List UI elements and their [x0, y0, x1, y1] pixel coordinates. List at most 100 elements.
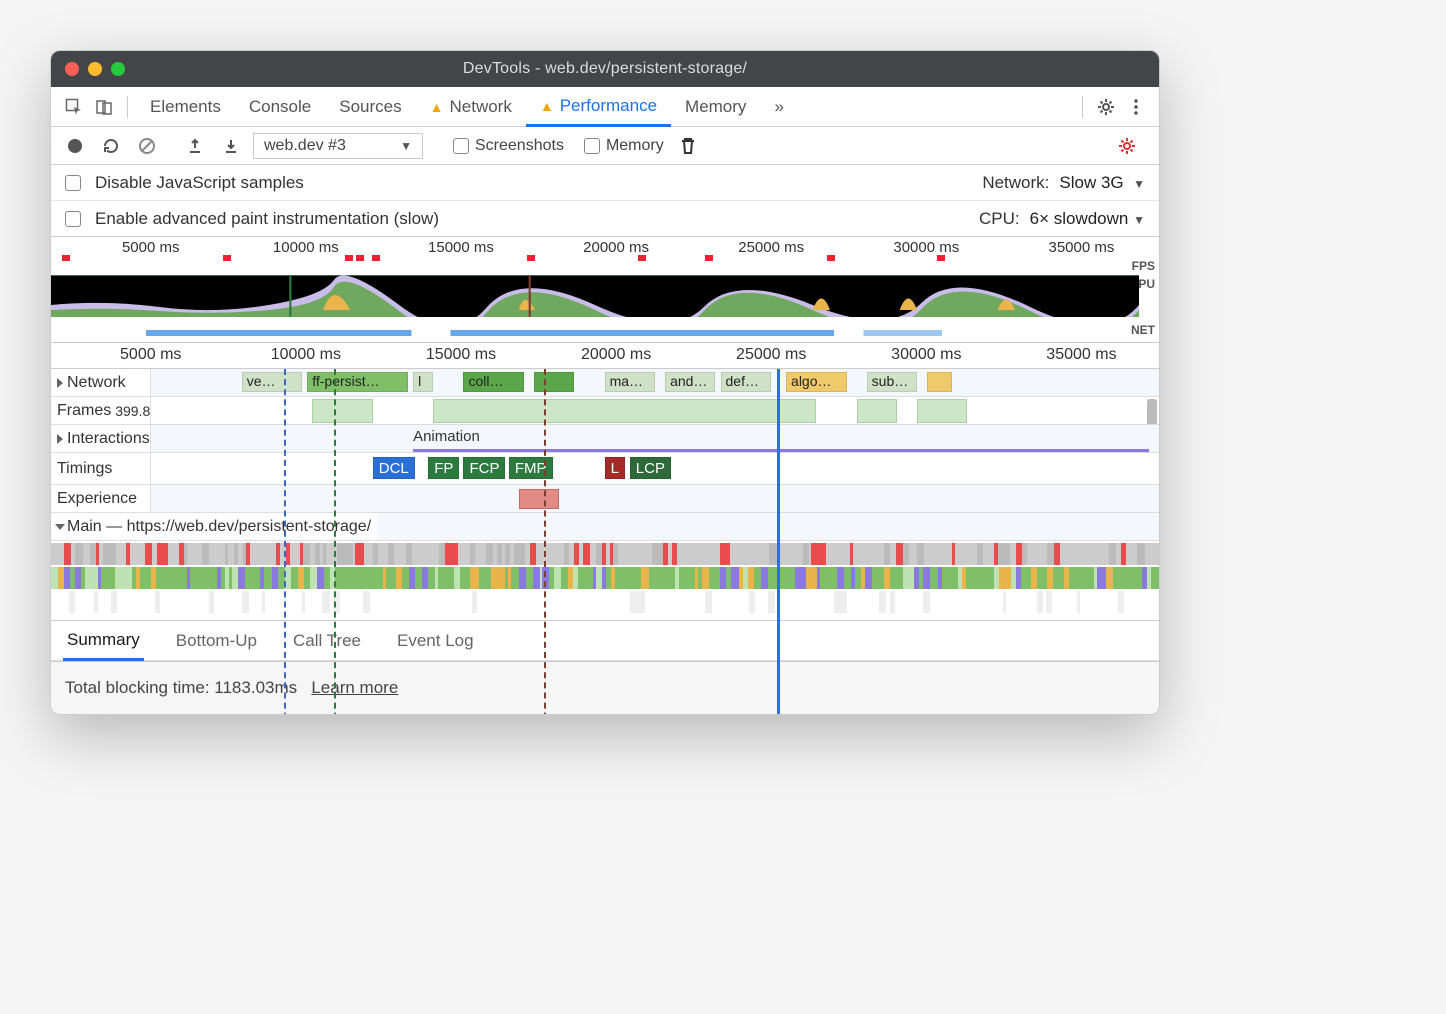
settings-icon[interactable] — [1091, 92, 1121, 122]
network-request-block[interactable]: algo… — [786, 372, 846, 392]
devtools-tabbar: Elements Console Sources ▲ Network ▲ Perfo… — [51, 87, 1159, 127]
tab-memory[interactable]: Memory — [671, 87, 760, 126]
reload-record-button[interactable] — [97, 132, 125, 160]
net-lane — [146, 330, 1129, 336]
track-label: Timings — [57, 460, 112, 478]
network-request-block[interactable] — [927, 372, 952, 392]
chevron-down-icon: ▼ — [1133, 177, 1145, 191]
track-network[interactable]: Network ve…ff-persist…l coll… ma… and… def… a… — [51, 369, 1159, 397]
overview-minimap[interactable]: 5000 ms 10000 ms 15000 ms 20000 ms 25000… — [51, 237, 1159, 343]
network-request-block[interactable]: def… — [721, 372, 771, 392]
record-button[interactable] — [61, 132, 89, 160]
disable-js-toggle[interactable]: Disable JavaScript samples — [65, 173, 304, 193]
flame-chart[interactable] — [51, 541, 1159, 621]
tab-elements[interactable]: Elements — [136, 87, 235, 126]
track-label: Network — [67, 374, 126, 392]
option-row-paint: Enable advanced paint instrumentation (s… — [51, 201, 1159, 237]
track-label: Experience — [57, 490, 137, 508]
network-request-block[interactable] — [534, 372, 574, 392]
timing-marker[interactable]: DCL — [373, 457, 415, 479]
clear-button[interactable] — [133, 132, 161, 160]
learn-more-link[interactable]: Learn more — [311, 678, 398, 697]
timing-marker[interactable]: L — [605, 457, 625, 479]
cpu-throttle-value: 6× slowdown — [1030, 209, 1129, 228]
track-timings[interactable]: Timings DCL FPFCPFMP LLCP — [51, 453, 1159, 485]
memory-toggle[interactable]: Memory — [584, 137, 664, 155]
frame-duration: 399.8 ms — [115, 403, 151, 419]
checkbox-icon — [65, 211, 81, 227]
overview-ruler: 5000 ms 10000 ms 15000 ms 20000 ms 25000… — [51, 239, 1159, 259]
chevron-down-icon: ▼ — [400, 139, 412, 153]
track-main-header[interactable]: Main — https://web.dev/persistent-storag… — [51, 513, 1159, 541]
network-request-block[interactable]: coll… — [463, 372, 523, 392]
disclose-icon[interactable] — [57, 378, 63, 388]
network-request-block[interactable]: and… — [665, 372, 715, 392]
checkbox-icon — [453, 138, 469, 154]
enable-paint-toggle[interactable]: Enable advanced paint instrumentation (s… — [65, 209, 439, 229]
delete-recording-button[interactable] — [674, 132, 702, 160]
tracks-area[interactable]: Network ve…ff-persist…l coll… ma… and… def… a… — [51, 369, 1159, 621]
timing-marker[interactable]: FMP — [509, 457, 553, 479]
network-request-block[interactable]: ff-persist… — [307, 372, 408, 392]
network-request-block[interactable]: ma… — [605, 372, 655, 392]
frame-block[interactable] — [857, 399, 897, 423]
network-throttle-select[interactable]: Slow 3G ▼ — [1059, 173, 1145, 193]
tab-label: Performance — [560, 96, 657, 116]
timing-marker[interactable]: LCP — [630, 457, 671, 479]
capture-settings-icon[interactable] — [1113, 132, 1141, 160]
tab-sources[interactable]: Sources — [325, 87, 415, 126]
device-toggle-icon[interactable] — [89, 92, 119, 122]
tab-performance[interactable]: ▲ Performance — [526, 88, 671, 127]
cpu-throttle-label: CPU: — [979, 209, 1020, 229]
inspect-element-icon[interactable] — [59, 92, 89, 122]
btab-event-log[interactable]: Event Log — [393, 621, 478, 660]
frame-block[interactable] — [917, 399, 967, 423]
tab-label: Network — [449, 97, 511, 117]
tab-label: Elements — [150, 97, 221, 117]
disclose-icon[interactable] — [57, 434, 63, 444]
track-label: Interactions — [67, 430, 150, 448]
tab-network[interactable]: ▲ Network — [416, 87, 526, 126]
disclose-icon[interactable] — [55, 524, 65, 530]
btab-call-tree[interactable]: Call Tree — [289, 621, 365, 660]
upload-profile-button[interactable] — [181, 132, 209, 160]
timing-marker[interactable]: FCP — [463, 457, 505, 479]
checkbox-icon — [584, 138, 600, 154]
screenshots-label: Screenshots — [475, 137, 564, 155]
warning-icon: ▲ — [430, 99, 444, 115]
recording-select[interactable]: web.dev #3 ▼ — [253, 133, 423, 159]
track-frames[interactable]: Frames399.8 ms 9596.1 ms — [51, 397, 1159, 425]
track-interactions[interactable]: Interactions Animation — [51, 425, 1159, 453]
window-title: DevTools - web.dev/persistent-storage/ — [65, 60, 1145, 78]
download-profile-button[interactable] — [217, 132, 245, 160]
network-request-block[interactable]: sub… — [867, 372, 917, 392]
network-throttle-label: Network: — [982, 173, 1049, 193]
btab-summary[interactable]: Summary — [63, 622, 144, 661]
network-throttle-value: Slow 3G — [1059, 173, 1123, 192]
summary-tabbar: Summary Bottom-Up Call Tree Event Log — [51, 621, 1159, 661]
enable-paint-label: Enable advanced paint instrumentation (s… — [95, 209, 439, 229]
tab-label: Memory — [685, 97, 746, 117]
tab-label: Sources — [339, 97, 401, 117]
animation-label: Animation — [413, 428, 480, 445]
screenshots-toggle[interactable]: Screenshots — [453, 137, 564, 155]
cpu-throttle-select[interactable]: 6× slowdown ▼ — [1030, 209, 1145, 229]
btab-bottom-up[interactable]: Bottom-Up — [172, 621, 261, 660]
kebab-menu-icon[interactable] — [1121, 92, 1151, 122]
frame-block[interactable] — [433, 399, 816, 423]
detail-ruler[interactable]: 5000 ms 10000 ms 15000 ms 20000 ms 25000… — [51, 343, 1159, 369]
tab-console[interactable]: Console — [235, 87, 325, 126]
recording-select-value: web.dev #3 — [264, 137, 346, 155]
tabs-overflow[interactable]: » — [760, 87, 797, 126]
total-blocking-time: Total blocking time: 1183.03ms — [65, 678, 297, 697]
warning-icon: ▲ — [540, 98, 554, 114]
summary-footer: Total blocking time: 1183.03ms Learn mor… — [51, 661, 1159, 714]
devtools-window: DevTools - web.dev/persistent-storage/ E… — [50, 50, 1160, 715]
network-request-block[interactable]: ve… — [242, 372, 302, 392]
layout-shift-block[interactable] — [519, 489, 559, 509]
network-request-block[interactable]: l — [413, 372, 433, 392]
track-experience[interactable]: Experience — [51, 485, 1159, 513]
frame-block[interactable] — [312, 399, 372, 423]
timing-marker[interactable]: FP — [428, 457, 459, 479]
track-label: Main — https://web.dev/persistent-storag… — [67, 518, 371, 536]
